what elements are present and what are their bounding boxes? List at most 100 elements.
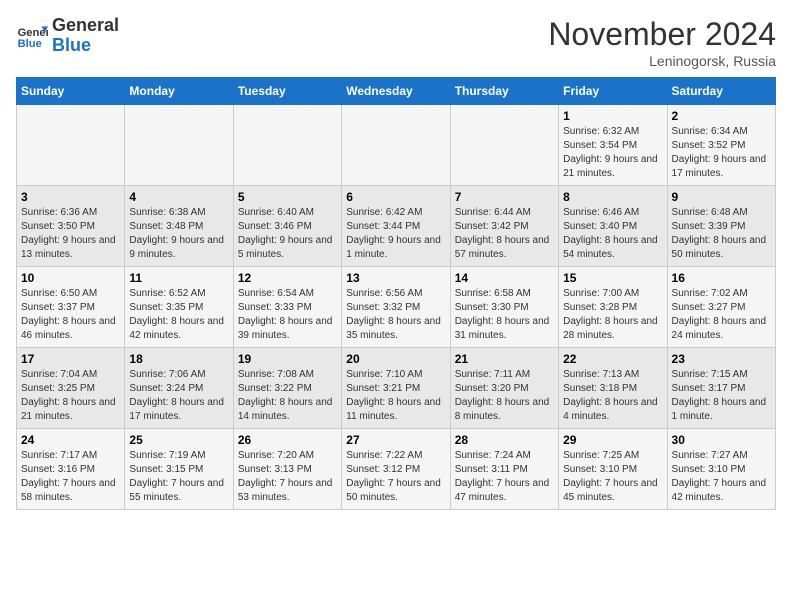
day-number: 8 [563,190,662,204]
empty-cell [342,105,450,186]
day-number: 27 [346,433,445,447]
day-number: 7 [455,190,554,204]
day-info: Sunrise: 7:19 AM Sunset: 3:15 PM Dayligh… [129,449,228,505]
day-cell-3: 3Sunrise: 6:36 AM Sunset: 3:50 PM Daylig… [17,186,125,267]
day-cell-15: 15Sunrise: 7:00 AM Sunset: 3:28 PM Dayli… [559,267,667,348]
header-row: SundayMondayTuesdayWednesdayThursdayFrid… [17,78,776,105]
day-info: Sunrise: 7:06 AM Sunset: 3:24 PM Dayligh… [129,368,228,424]
day-number: 30 [672,433,771,447]
day-info: Sunrise: 6:34 AM Sunset: 3:52 PM Dayligh… [672,125,771,181]
header-cell-tuesday: Tuesday [233,78,341,105]
header-cell-sunday: Sunday [17,78,125,105]
day-cell-10: 10Sunrise: 6:50 AM Sunset: 3:37 PM Dayli… [17,267,125,348]
empty-cell [17,105,125,186]
day-number: 22 [563,352,662,366]
day-number: 10 [21,271,120,285]
header-cell-thursday: Thursday [450,78,558,105]
week-row-3: 10Sunrise: 6:50 AM Sunset: 3:37 PM Dayli… [17,267,776,348]
day-number: 14 [455,271,554,285]
day-number: 2 [672,109,771,123]
day-number: 19 [238,352,337,366]
day-info: Sunrise: 7:00 AM Sunset: 3:28 PM Dayligh… [563,287,662,343]
day-info: Sunrise: 6:44 AM Sunset: 3:42 PM Dayligh… [455,206,554,262]
day-number: 11 [129,271,228,285]
day-number: 21 [455,352,554,366]
day-number: 17 [21,352,120,366]
day-cell-22: 22 Sunrise: 7:13 AM Sunset: 3:18 PM Dayli… [559,348,667,429]
day-cell-6: 6Sunrise: 6:42 AM Sunset: 3:44 PM Daylig… [342,186,450,267]
day-info: Sunrise: 6:48 AM Sunset: 3:39 PM Dayligh… [672,206,771,262]
empty-cell [233,105,341,186]
day-info: Sunrise: 7:04 AM Sunset: 3:25 PM Dayligh… [21,368,120,424]
header-cell-saturday: Saturday [667,78,775,105]
day-cell-2: 2 Sunrise: 6:34 AM Sunset: 3:52 PM Daylig… [667,105,775,186]
day-info: Sunrise: 6:46 AM Sunset: 3:40 PM Dayligh… [563,206,662,262]
day-cell-4: 4 Sunrise: 6:38 AM Sunset: 3:48 PM Daylig… [125,186,233,267]
header-cell-friday: Friday [559,78,667,105]
header: General Blue General Blue November 2024 … [16,16,776,69]
logo-icon: General Blue [16,20,48,52]
week-row-4: 17 Sunrise: 7:04 AM Sunset: 3:25 PM Dayli… [17,348,776,429]
day-cell-13: 13Sunrise: 6:56 AM Sunset: 3:32 PM Dayli… [342,267,450,348]
day-cell-14: 14 Sunrise: 6:58 AM Sunset: 3:30 PM Dayli… [450,267,558,348]
location: Leninogorsk, Russia [548,53,776,69]
day-number: 12 [238,271,337,285]
day-cell-7: 7 Sunrise: 6:44 AM Sunset: 3:42 PM Daylig… [450,186,558,267]
calendar: SundayMondayTuesdayWednesdayThursdayFrid… [16,77,776,510]
day-info: Sunrise: 6:32 AM Sunset: 3:54 PM Dayligh… [563,125,662,181]
day-cell-20: 20Sunrise: 7:10 AM Sunset: 3:21 PM Dayli… [342,348,450,429]
day-number: 29 [563,433,662,447]
day-cell-18: 18 Sunrise: 7:06 AM Sunset: 3:24 PM Dayli… [125,348,233,429]
day-number: 13 [346,271,445,285]
day-info: Sunrise: 7:08 AM Sunset: 3:22 PM Dayligh… [238,368,337,424]
title-area: November 2024 Leninogorsk, Russia [548,16,776,69]
day-info: Sunrise: 6:38 AM Sunset: 3:48 PM Dayligh… [129,206,228,262]
month-title: November 2024 [548,16,776,53]
day-number: 26 [238,433,337,447]
day-info: Sunrise: 6:52 AM Sunset: 3:35 PM Dayligh… [129,287,228,343]
week-row-2: 3Sunrise: 6:36 AM Sunset: 3:50 PM Daylig… [17,186,776,267]
day-info: Sunrise: 7:27 AM Sunset: 3:10 PM Dayligh… [672,449,771,505]
day-info: Sunrise: 7:15 AM Sunset: 3:17 PM Dayligh… [672,368,771,424]
calendar-body: 1 Sunrise: 6:32 AM Sunset: 3:54 PM Daylig… [17,105,776,510]
header-cell-monday: Monday [125,78,233,105]
day-number: 1 [563,109,662,123]
day-info: Sunrise: 7:13 AM Sunset: 3:18 PM Dayligh… [563,368,662,424]
day-info: Sunrise: 7:17 AM Sunset: 3:16 PM Dayligh… [21,449,120,505]
day-info: Sunrise: 6:54 AM Sunset: 3:33 PM Dayligh… [238,287,337,343]
day-number: 4 [129,190,228,204]
empty-cell [450,105,558,186]
day-cell-16: 16 Sunrise: 7:02 AM Sunset: 3:27 PM Dayli… [667,267,775,348]
day-number: 24 [21,433,120,447]
week-row-5: 24 Sunrise: 7:17 AM Sunset: 3:16 PM Dayli… [17,429,776,510]
day-number: 6 [346,190,445,204]
svg-text:Blue: Blue [18,38,42,50]
day-info: Sunrise: 7:11 AM Sunset: 3:20 PM Dayligh… [455,368,554,424]
day-cell-30: 30 Sunrise: 7:27 AM Sunset: 3:10 PM Dayli… [667,429,775,510]
day-cell-8: 8 Sunrise: 6:46 AM Sunset: 3:40 PM Daylig… [559,186,667,267]
day-cell-25: 25Sunrise: 7:19 AM Sunset: 3:15 PM Dayli… [125,429,233,510]
day-number: 16 [672,271,771,285]
day-number: 18 [129,352,228,366]
day-info: Sunrise: 7:24 AM Sunset: 3:11 PM Dayligh… [455,449,554,505]
day-number: 20 [346,352,445,366]
day-info: Sunrise: 6:40 AM Sunset: 3:46 PM Dayligh… [238,206,337,262]
day-cell-5: 5Sunrise: 6:40 AM Sunset: 3:46 PM Daylig… [233,186,341,267]
day-cell-23: 23Sunrise: 7:15 AM Sunset: 3:17 PM Dayli… [667,348,775,429]
day-cell-12: 12 Sunrise: 6:54 AM Sunset: 3:33 PM Dayli… [233,267,341,348]
day-info: Sunrise: 6:58 AM Sunset: 3:30 PM Dayligh… [455,287,554,343]
day-info: Sunrise: 7:22 AM Sunset: 3:12 PM Dayligh… [346,449,445,505]
logo-text: General Blue [52,16,119,56]
week-row-1: 1 Sunrise: 6:32 AM Sunset: 3:54 PM Daylig… [17,105,776,186]
day-cell-21: 21 Sunrise: 7:11 AM Sunset: 3:20 PM Dayli… [450,348,558,429]
calendar-header: SundayMondayTuesdayWednesdayThursdayFrid… [17,78,776,105]
day-cell-9: 9Sunrise: 6:48 AM Sunset: 3:39 PM Daylig… [667,186,775,267]
day-cell-27: 27 Sunrise: 7:22 AM Sunset: 3:12 PM Dayli… [342,429,450,510]
day-cell-26: 26Sunrise: 7:20 AM Sunset: 3:13 PM Dayli… [233,429,341,510]
day-info: Sunrise: 7:25 AM Sunset: 3:10 PM Dayligh… [563,449,662,505]
header-cell-wednesday: Wednesday [342,78,450,105]
day-info: Sunrise: 7:02 AM Sunset: 3:27 PM Dayligh… [672,287,771,343]
day-cell-19: 19 Sunrise: 7:08 AM Sunset: 3:22 PM Dayli… [233,348,341,429]
day-cell-28: 28Sunrise: 7:24 AM Sunset: 3:11 PM Dayli… [450,429,558,510]
day-number: 3 [21,190,120,204]
